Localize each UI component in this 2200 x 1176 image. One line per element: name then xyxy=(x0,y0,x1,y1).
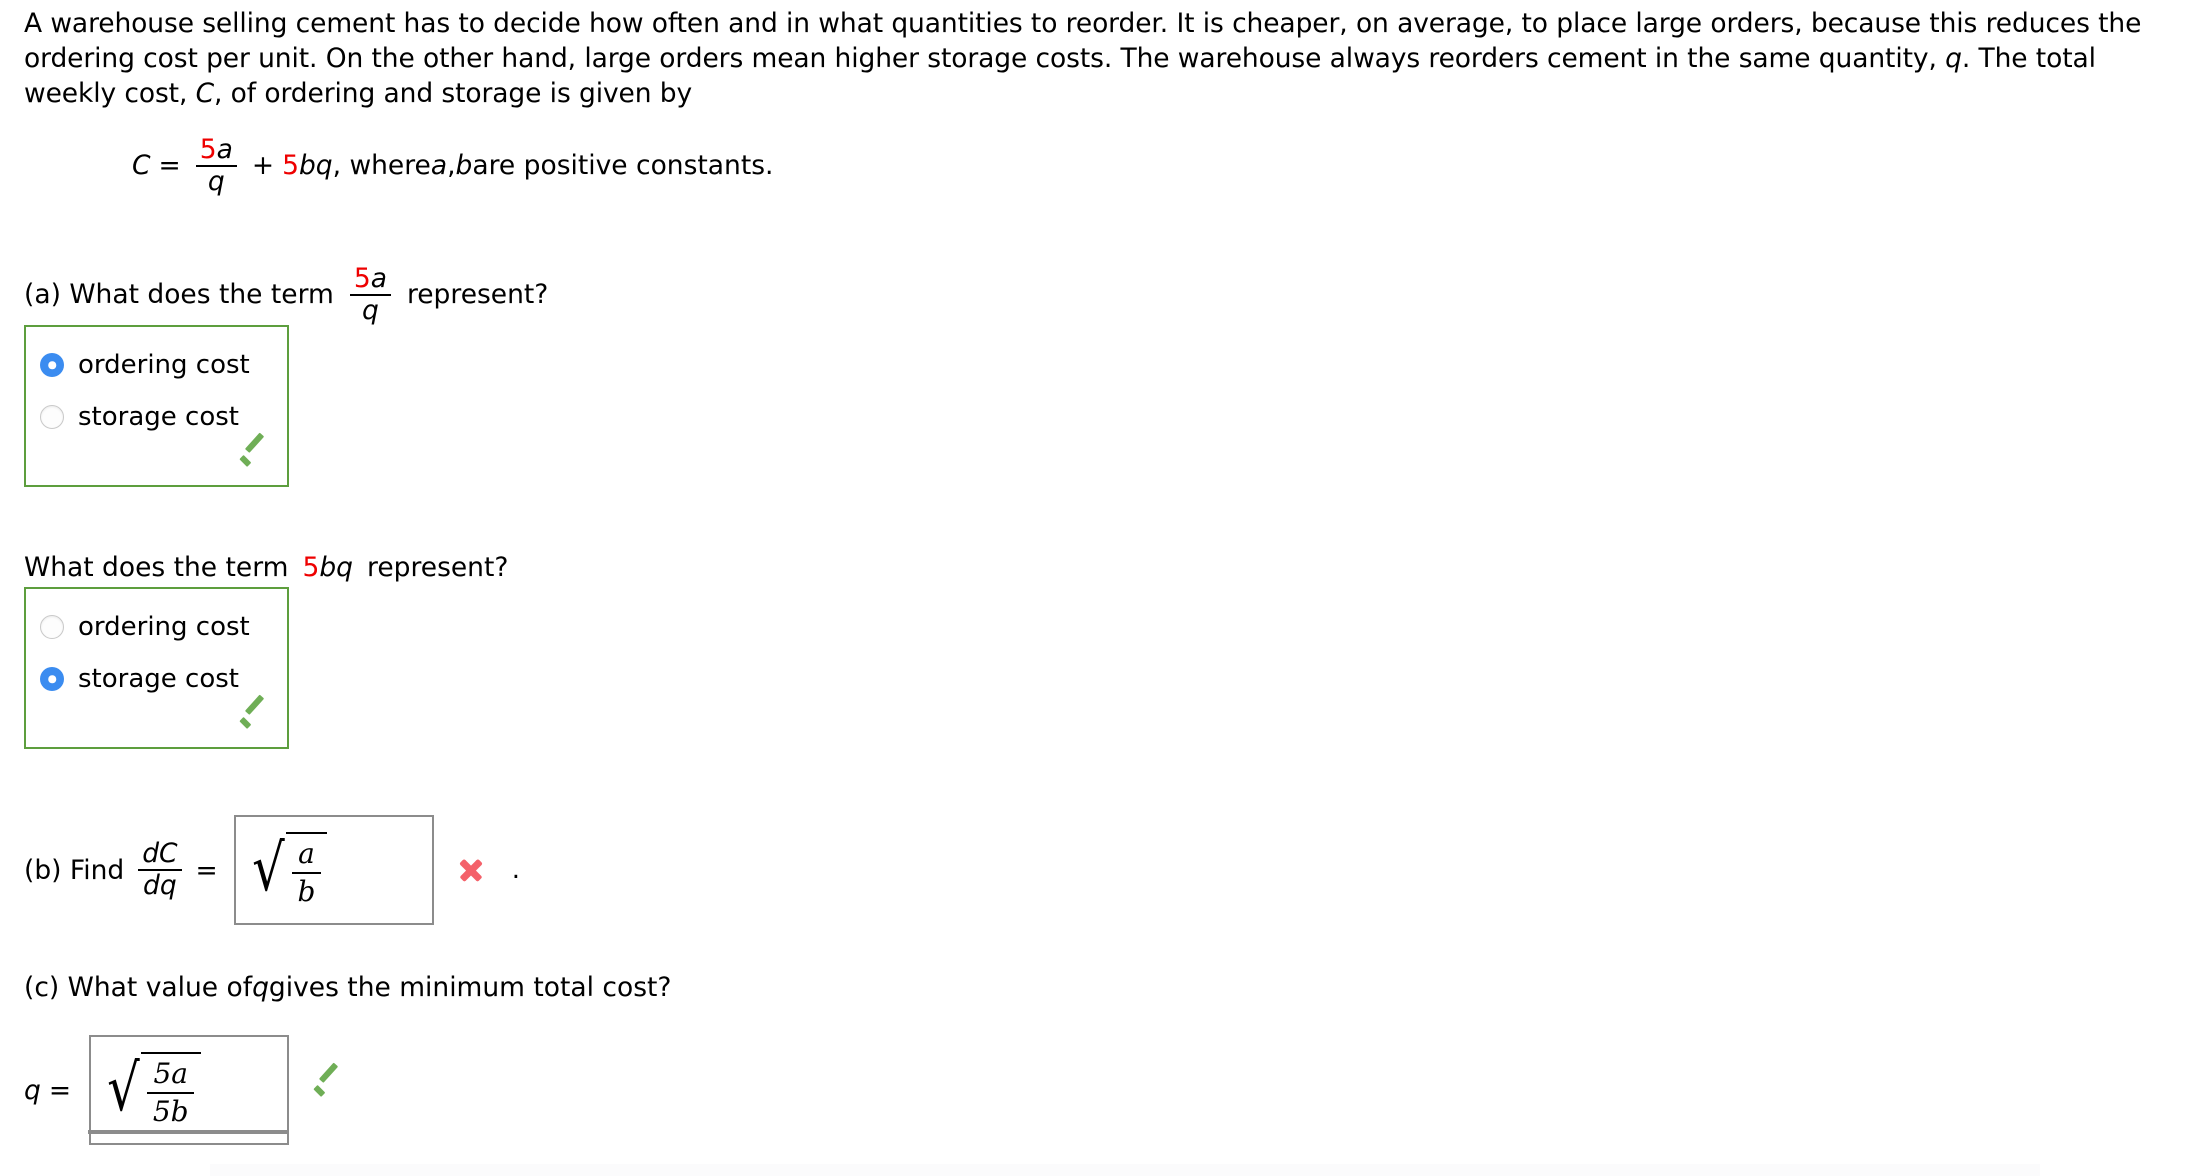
derivative-denominator: dq xyxy=(143,870,177,901)
part-a-option-storage-cost[interactable]: storage cost xyxy=(26,391,287,443)
equation-tail-1: , where xyxy=(332,149,431,181)
radio-selected-icon[interactable] xyxy=(40,353,64,377)
variable-a: a xyxy=(216,134,233,165)
part-a-variable-a: a xyxy=(370,263,387,294)
part-c-question: (c) What value of q gives the minimum to… xyxy=(24,972,672,1003)
part-a-option-ordering-cost[interactable]: ordering cost xyxy=(26,339,287,391)
part-a2-option-label-1: storage cost xyxy=(78,664,239,694)
radio-unselected-icon[interactable] xyxy=(40,615,64,639)
part-c-answer-input[interactable]: √ 5a 5b xyxy=(89,1035,290,1145)
answer-box-bottom-edge xyxy=(88,1130,288,1134)
radio-unselected-icon[interactable] xyxy=(40,405,64,429)
equation-plus-sign: + xyxy=(251,149,275,181)
green-check-icon xyxy=(237,707,271,737)
part-a-option-label-1: storage cost xyxy=(78,402,239,432)
part-b-period: . xyxy=(511,855,521,885)
part-c-answer-denominator: 5b xyxy=(152,1095,189,1128)
part-b-answer-denominator: b xyxy=(297,875,316,908)
equation-lhs: C xyxy=(132,149,151,181)
part-c-result xyxy=(311,1075,345,1105)
part-a2-suffix: represent? xyxy=(367,552,509,583)
part-b-answer-expression: √ a b xyxy=(248,831,328,908)
radical-sign-icon: √ xyxy=(107,1052,140,1127)
part-a2-option-ordering-cost[interactable]: ordering cost xyxy=(26,601,287,653)
variable-C: C xyxy=(195,78,215,109)
problem-text-part-1: A warehouse selling cement has to decide… xyxy=(24,8,2142,74)
part-c-label-1: (c) What value of xyxy=(24,972,253,1003)
equation-equals-sign: = xyxy=(158,149,181,181)
part-b-answer-numerator: a xyxy=(292,837,321,874)
derivative-numerator: dC xyxy=(138,839,182,871)
radio-selected-icon[interactable] xyxy=(40,667,64,691)
problem-text-part-3: , of ordering and storage is given by xyxy=(214,78,693,109)
part-c-answer-numerator: 5a xyxy=(147,1057,194,1094)
part-c-answer-fraction: 5a 5b xyxy=(147,1057,195,1128)
green-check-icon xyxy=(311,1075,345,1105)
part-a2-label: What does the term xyxy=(24,552,289,583)
part-a-denominator-q: q xyxy=(361,295,379,327)
green-check-icon xyxy=(237,445,271,475)
part-c-row: q = √ 5a 5b xyxy=(24,1035,345,1145)
part-a-coefficient-5: 5 xyxy=(353,263,371,294)
constant-a: a xyxy=(430,149,448,181)
equation-tail-2: are positive constants. xyxy=(472,149,774,181)
part-b-row: (b) Find dC dq = √ a b . xyxy=(24,815,520,925)
part-a2-choice-group: ordering cost storage cost xyxy=(24,587,289,749)
part-a-option-label-0: ordering cost xyxy=(78,350,250,380)
part-a-fraction-5a-over-q: 5a q xyxy=(349,263,391,327)
part-b-label: (b) Find xyxy=(24,854,125,886)
page-bottom-band xyxy=(210,1164,2040,1176)
part-b-result xyxy=(456,855,486,885)
part-c-variable-q: q xyxy=(252,972,269,1003)
part-a-label: (a) What does the term xyxy=(24,278,334,310)
part-a-choice-group: ordering cost storage cost xyxy=(24,325,289,487)
part-a2-option-storage-cost[interactable]: storage cost xyxy=(26,653,287,705)
cost-equation: C = 5a q + 5 bq , where a , b are positi… xyxy=(132,134,774,198)
part-c-lead: q = xyxy=(24,1075,79,1106)
part-c-equals-sign: = xyxy=(48,1074,72,1106)
part-a2-option-label-0: ordering cost xyxy=(78,612,250,642)
part-a-question: (a) What does the term 5a q represent? xyxy=(24,263,549,327)
coefficient-5: 5 xyxy=(199,134,217,165)
part-a2-term-bq: bq xyxy=(319,552,354,583)
part-b-answer-fraction: a b xyxy=(292,837,322,908)
part-b-answer-input[interactable]: √ a b xyxy=(233,815,434,925)
coefficient-5-second: 5 xyxy=(282,149,299,181)
red-x-icon xyxy=(456,855,486,885)
problem-statement: A warehouse selling cement has to decide… xyxy=(24,6,2184,111)
part-b-equals-sign: = xyxy=(195,854,218,886)
part-c-lead-variable: q xyxy=(24,1074,41,1106)
part-c-label-2: gives the minimum total cost? xyxy=(268,972,672,1003)
denominator-q: q xyxy=(207,166,225,198)
variable-q: q xyxy=(1945,43,1962,74)
radical-sign-icon: √ xyxy=(251,832,285,907)
part-a2-coefficient-5: 5 xyxy=(302,552,320,583)
term-bq: bq xyxy=(298,149,333,181)
fraction-5a-over-q: 5a q xyxy=(195,134,237,198)
equation-comma: , xyxy=(447,149,456,181)
constant-b: b xyxy=(455,149,473,181)
derivative-dC-dq: dC dq xyxy=(138,839,182,901)
part-a2-question: What does the term 5 bq represent? xyxy=(24,552,509,583)
part-c-answer-expression: √ 5a 5b xyxy=(103,1051,201,1128)
part-b-lead: (b) Find dC dq = xyxy=(24,839,224,901)
part-a-suffix: represent? xyxy=(406,278,549,310)
